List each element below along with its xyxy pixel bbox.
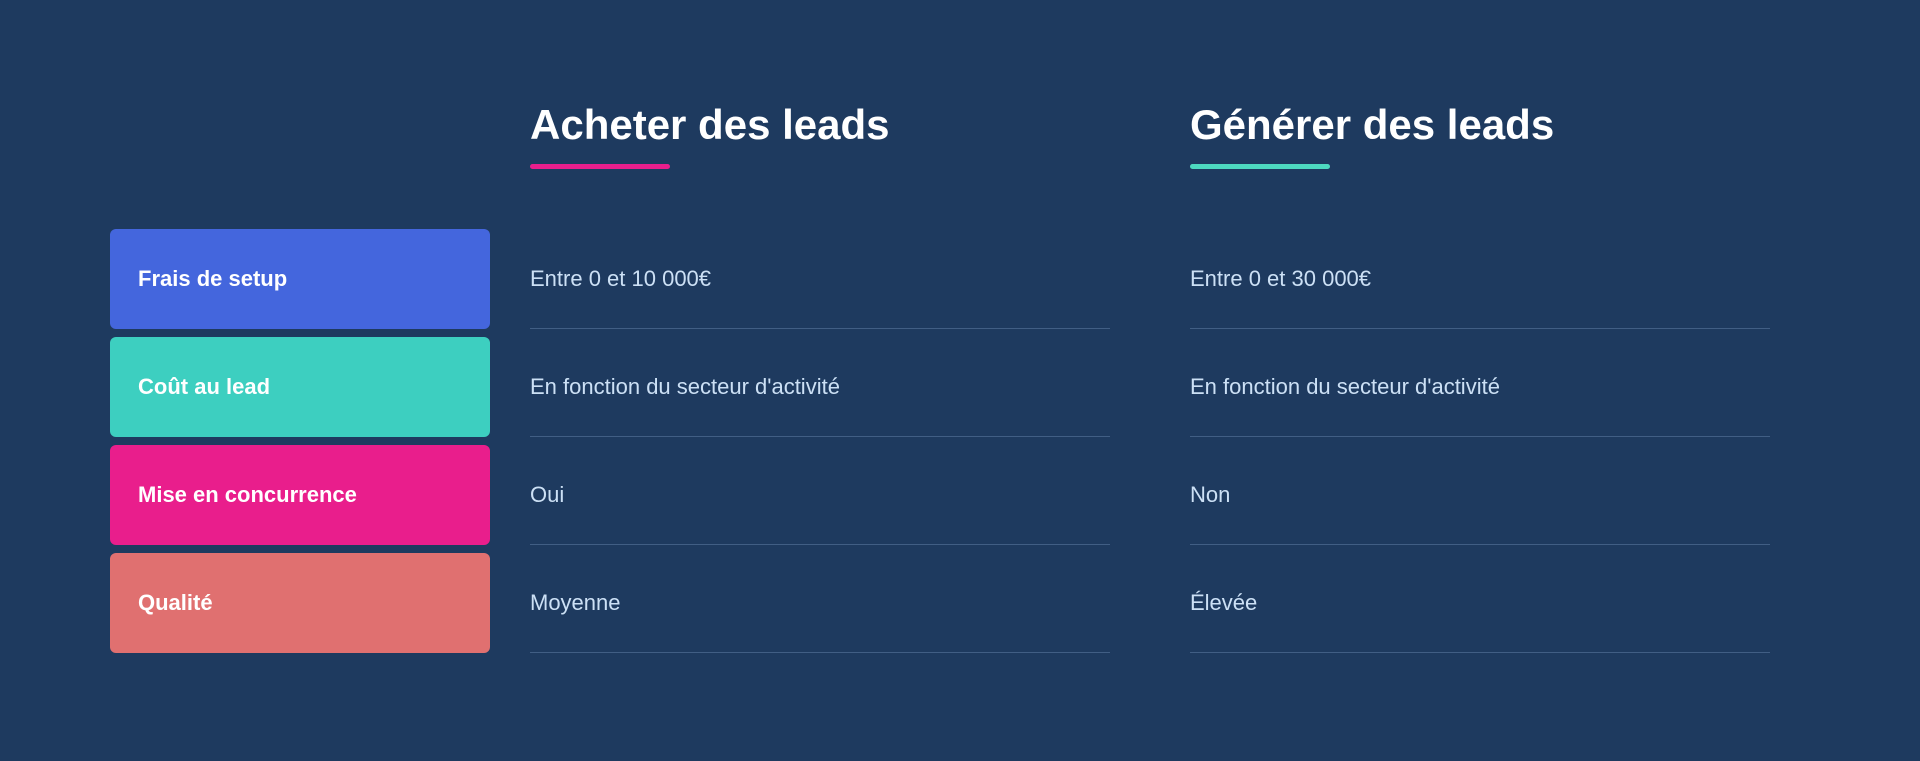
col1-row-1: En fonction du secteur d'activité <box>530 337 1110 437</box>
row-label-0: Frais de setup <box>110 229 490 329</box>
col1-row-0: Entre 0 et 10 000€ <box>530 229 1110 329</box>
col1-title: Acheter des leads <box>530 100 1110 150</box>
col2-row-1: En fonction du secteur d'activité <box>1190 337 1770 437</box>
row-label-1: Coût au lead <box>110 337 490 437</box>
col1-underline <box>530 164 670 169</box>
comparison-table: Acheter des leads Générer des leads Frai… <box>110 100 1810 661</box>
row-labels: Frais de setupCoût au leadMise en concur… <box>110 209 490 661</box>
col2-row-3: Élevée <box>1190 553 1770 653</box>
col2-underline <box>1190 164 1330 169</box>
col2-row-0: Entre 0 et 30 000€ <box>1190 229 1770 329</box>
row-label-2: Mise en concurrence <box>110 445 490 545</box>
header-col1: Acheter des leads <box>490 100 1150 209</box>
col2-row-2: Non <box>1190 445 1770 545</box>
header-col2: Générer des leads <box>1150 100 1810 209</box>
col2-title: Générer des leads <box>1190 100 1770 150</box>
col1-values: Entre 0 et 10 000€En fonction du secteur… <box>490 209 1150 661</box>
row-label-3: Qualité <box>110 553 490 653</box>
col1-row-2: Oui <box>530 445 1110 545</box>
header-left-empty <box>110 100 490 209</box>
col1-row-3: Moyenne <box>530 553 1110 653</box>
col2-values: Entre 0 et 30 000€En fonction du secteur… <box>1150 209 1810 661</box>
